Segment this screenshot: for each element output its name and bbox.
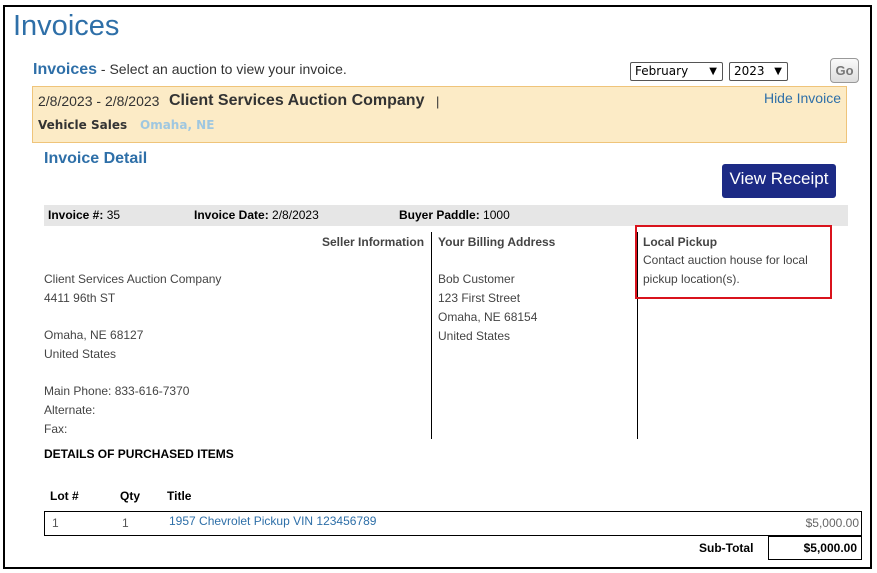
billing-street: 123 First Street xyxy=(438,291,521,305)
invoices-label: Invoices xyxy=(33,61,98,78)
year-select[interactable]: 2023 ▼ xyxy=(729,62,788,81)
item-qty: 1 xyxy=(122,516,129,530)
seller-main-phone: Main Phone: 833-616-7370 xyxy=(44,384,190,398)
seller-country: United States xyxy=(44,347,117,361)
auction-selector-label: Invoices - Select an auction to view you… xyxy=(33,61,347,79)
seller-fax: Fax: xyxy=(44,422,68,436)
chevron-down-icon: ▼ xyxy=(774,66,782,77)
auction-category: Vehicle Sales xyxy=(38,118,128,132)
chevron-down-icon: ▼ xyxy=(709,66,717,77)
purchased-items-header: DETAILS OF PURCHASED ITEMS xyxy=(44,447,234,461)
seller-alternate-phone: Alternate: xyxy=(44,403,96,417)
pickup-header: Local Pickup xyxy=(643,235,718,249)
billing-city: Omaha, NE 68154 xyxy=(438,310,538,324)
subtotal-label: Sub-Total xyxy=(699,541,754,555)
buyer-paddle: Buyer Paddle: 1000 xyxy=(399,208,510,222)
month-select-value: February xyxy=(635,64,689,78)
auction-name: Client Services Auction Company xyxy=(169,92,425,109)
hide-invoice-link[interactable]: Hide Invoice xyxy=(764,90,841,106)
auction-bar: 2/8/2023 - 2/8/2023 Client Services Auct… xyxy=(32,86,847,143)
auction-separator: | xyxy=(436,94,440,109)
item-lot: 1 xyxy=(52,516,59,530)
table-row: 1 1 1957 Chevrolet Pickup VIN 123456789 … xyxy=(44,511,862,536)
column-divider xyxy=(431,232,432,439)
auction-dates: 2/8/2023 - 2/8/2023 xyxy=(38,93,160,109)
year-select-value: 2023 xyxy=(734,64,765,78)
seller-city: Omaha, NE 68127 xyxy=(44,328,144,342)
column-header-title: Title xyxy=(167,489,192,503)
page-title: Invoices xyxy=(13,10,120,42)
item-title-link[interactable]: 1957 Chevrolet Pickup VIN 123456789 xyxy=(169,514,376,528)
invoice-info-bar: Invoice #: 35 Invoice Date: 2/8/2023 Buy… xyxy=(44,205,848,226)
seller-header: Seller Information xyxy=(322,235,425,249)
billing-header: Your Billing Address xyxy=(438,235,556,249)
invoice-detail-title: Invoice Detail xyxy=(44,150,148,167)
column-header-qty: Qty xyxy=(120,489,141,503)
pickup-text-line1: Contact auction house for local xyxy=(643,253,808,267)
view-receipt-button[interactable]: View Receipt xyxy=(722,164,836,198)
column-header-lot: Lot # xyxy=(50,489,79,503)
seller-name: Client Services Auction Company xyxy=(44,272,222,286)
pickup-text-line2: pickup location(s). xyxy=(643,272,740,286)
auction-location: Omaha, NE xyxy=(140,118,215,132)
month-select[interactable]: February ▼ xyxy=(630,62,723,81)
selector-instruction: - Select an auction to view your invoice… xyxy=(97,61,347,77)
invoice-date: Invoice Date: 2/8/2023 xyxy=(194,208,319,222)
go-button[interactable]: Go xyxy=(830,58,859,83)
seller-street: 4411 96th ST xyxy=(44,291,116,305)
billing-name: Bob Customer xyxy=(438,272,515,286)
invoice-number: Invoice #: 35 xyxy=(48,208,121,222)
billing-country: United States xyxy=(438,329,511,343)
item-amount: $5,000.00 xyxy=(805,516,859,530)
subtotal-value: $5,000.00 xyxy=(768,536,862,560)
